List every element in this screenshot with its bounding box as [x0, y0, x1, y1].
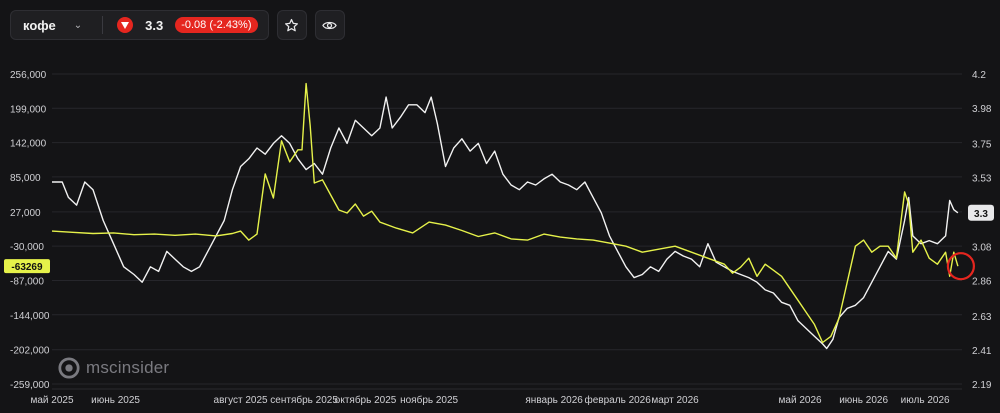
right-axis-tick-label: 2.86	[972, 277, 992, 288]
brand-name: mscinsider	[86, 358, 170, 377]
x-axis-tick-label: март 2026	[651, 395, 699, 406]
left-axis-tick-label: -30,000	[10, 242, 44, 253]
x-axis-tick-label: февраль 2026	[585, 394, 652, 406]
x-axis-tick-label: август 2025	[214, 395, 268, 406]
brand-watermark: mscinsider	[58, 357, 169, 379]
left-axis-tick-label: -259,000	[10, 380, 50, 391]
brand-logo-icon	[58, 357, 80, 379]
x-axis-tick-label: июнь 2025	[91, 395, 140, 406]
price-chart[interactable]: 256,000 199,000 142,000 85,000 27,000 -30,000…	[0, 0, 1000, 413]
left-axis-tick-label: 199,000	[10, 104, 47, 115]
right-axis-tick-label: 2.41	[972, 346, 992, 357]
right-axis-tick-label: 2.19	[972, 380, 992, 391]
right-axis-tick-label: 3.75	[972, 139, 992, 150]
x-axis-tick-label: ноябрь 2025	[400, 394, 458, 406]
x-axis-tick-label: сентябрь 2025	[270, 394, 338, 406]
right-axis-tick-label: 3.53	[972, 173, 992, 184]
white-series-line	[52, 96, 959, 350]
left-axis-tick-label: -202,000	[10, 346, 50, 357]
right-axis-tick-label: 3.98	[972, 104, 992, 115]
x-axis-tick-label: октябрь 2025	[335, 394, 397, 406]
left-axis-tick-label: -87,000	[10, 276, 44, 287]
yellow-series-line	[51, 82, 959, 344]
right-axis-tick-label: 3.08	[972, 243, 992, 254]
right-last-value-label: 3.3	[974, 209, 988, 220]
right-axis-tick-label: 2.63	[972, 312, 992, 323]
right-axis-tick-label: 4.2	[972, 70, 986, 81]
x-axis-tick-label: июнь 2026	[839, 395, 888, 406]
x-axis-tick-label: январь 2026	[525, 395, 583, 406]
left-axis-tick-label: 85,000	[10, 173, 41, 184]
left-axis-tick-label: -144,000	[10, 311, 50, 322]
x-axis-tick-label: май 2025	[30, 395, 73, 406]
left-axis-tick-label: 256,000	[10, 70, 47, 81]
x-axis-tick-label: июль 2026	[901, 395, 950, 406]
left-last-value-label: -63269	[11, 262, 43, 273]
left-axis-tick-label: 142,000	[10, 139, 47, 150]
x-axis-tick-label: май 2026	[779, 395, 822, 406]
left-axis-tick-label: 27,000	[10, 208, 41, 219]
